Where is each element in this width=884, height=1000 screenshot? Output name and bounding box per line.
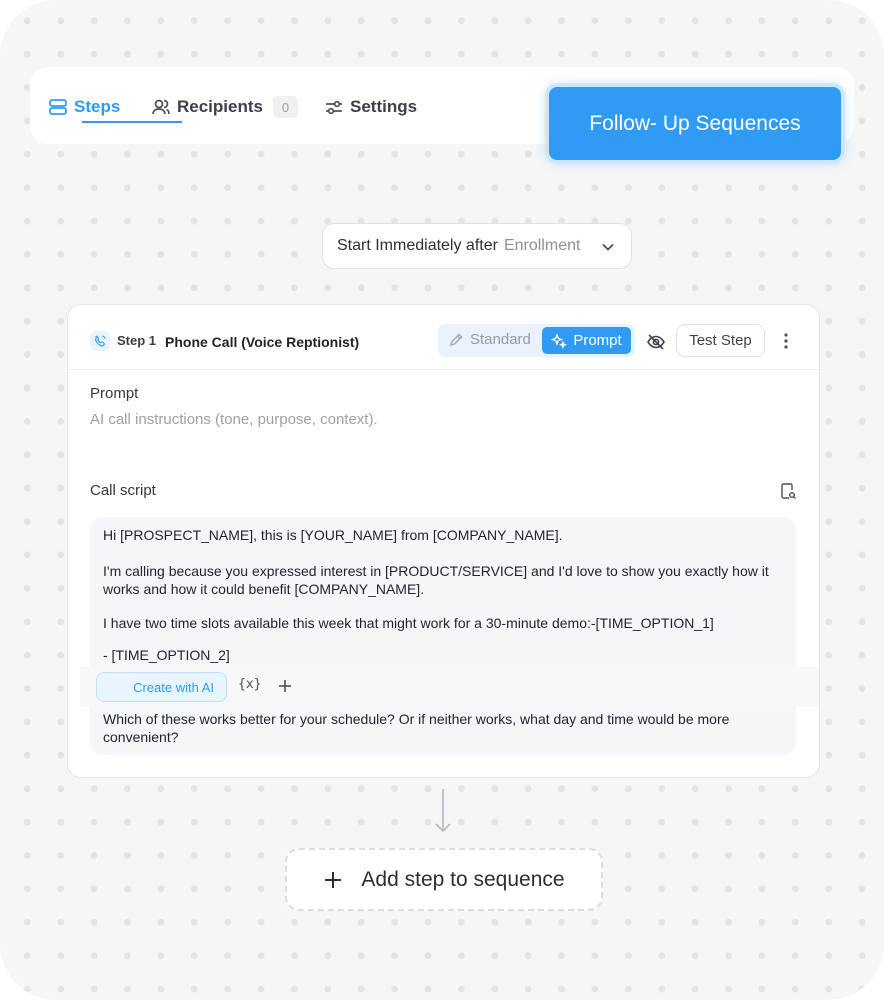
insert-variable-button[interactable]: {x} [238,677,261,692]
sequence-canvas: Steps Recipients 0 Settings Follow- Up S… [0,0,884,1000]
follow-up-sequences-label: Follow- Up Sequences [589,111,801,135]
add-step-label: Add step to sequence [361,867,565,891]
active-tab-indicator [82,121,182,123]
sliders-icon [326,100,342,115]
tab-settings-label: Settings [350,97,418,116]
enrollment-trigger-select[interactable]: Start Immediately after Enrollment [322,223,632,269]
sparkles-icon [551,332,568,349]
recipients-count-badge: 0 [272,96,298,118]
create-with-ai-label: Create with AI [133,679,214,695]
tab-steps-label: Steps [74,97,121,116]
trigger-value: Enrollment [503,237,581,254]
script-line: convenient? [103,729,179,745]
pencil-icon [449,333,463,346]
test-step-label: Test Step [689,332,752,349]
document-search-icon[interactable] [779,482,797,500]
plus-icon [325,871,342,888]
trigger-prefix: Start Immediately after [337,237,498,254]
script-line: I'm calling because you expressed intere… [103,563,769,579]
create-with-ai-button[interactable]: Create with AI [96,672,227,702]
script-line: works and how it could benefit [COMPANY_… [103,581,425,597]
script-line: I have two time slots available this wee… [103,615,714,631]
arrow-down-icon [435,789,451,833]
mode-prompt-button[interactable]: Prompt [542,327,631,354]
mode-standard-label: Standard [470,331,531,348]
plus-icon[interactable] [277,678,293,694]
tab-steps[interactable]: Steps [48,92,120,122]
mode-prompt-label: Prompt [573,332,622,349]
step-title: Phone Call (Voice Reptionist) [165,334,360,350]
script-line: - [TIME_OPTION_2] [103,647,230,663]
call-script-label: Call script [90,482,156,499]
call-script-editor[interactable]: Hi [PROSPECT_NAME], this is [YOUR_NAME] … [90,517,796,755]
script-line: Hi [PROSPECT_NAME], this is [YOUR_NAME] … [103,527,563,543]
add-step-button[interactable]: Add step to sequence [285,848,603,911]
prompt-input[interactable]: AI call instructions (tone, purpose, con… [90,411,378,428]
mode-toggle: Standard Prompt [438,324,635,357]
layers-icon [49,99,67,115]
script-line: Which of these works better for your sch… [103,711,730,727]
mode-standard-button[interactable]: Standard [448,331,531,348]
tab-settings[interactable]: Settings [324,92,417,122]
step-card-header: Step 1 Phone Call (Voice Reptionist) Sta… [68,305,819,370]
step-card: Step 1 Phone Call (Voice Reptionist) Sta… [67,304,820,778]
users-icon [152,99,170,115]
step-number: Step 1 [117,333,157,348]
prompt-label: Prompt [90,385,139,402]
script-toolbar: Create with AI {x} [80,667,819,707]
phone-icon [90,331,110,351]
chevron-down-icon [602,243,614,251]
follow-up-sequences-button[interactable]: Follow- Up Sequences [549,87,841,160]
tab-recipients-label: Recipients [177,97,263,116]
test-step-button[interactable]: Test Step [676,324,765,357]
tab-recipients[interactable]: Recipients 0 [151,92,298,122]
more-options-icon[interactable] [777,331,795,351]
eye-off-icon[interactable] [646,332,666,352]
